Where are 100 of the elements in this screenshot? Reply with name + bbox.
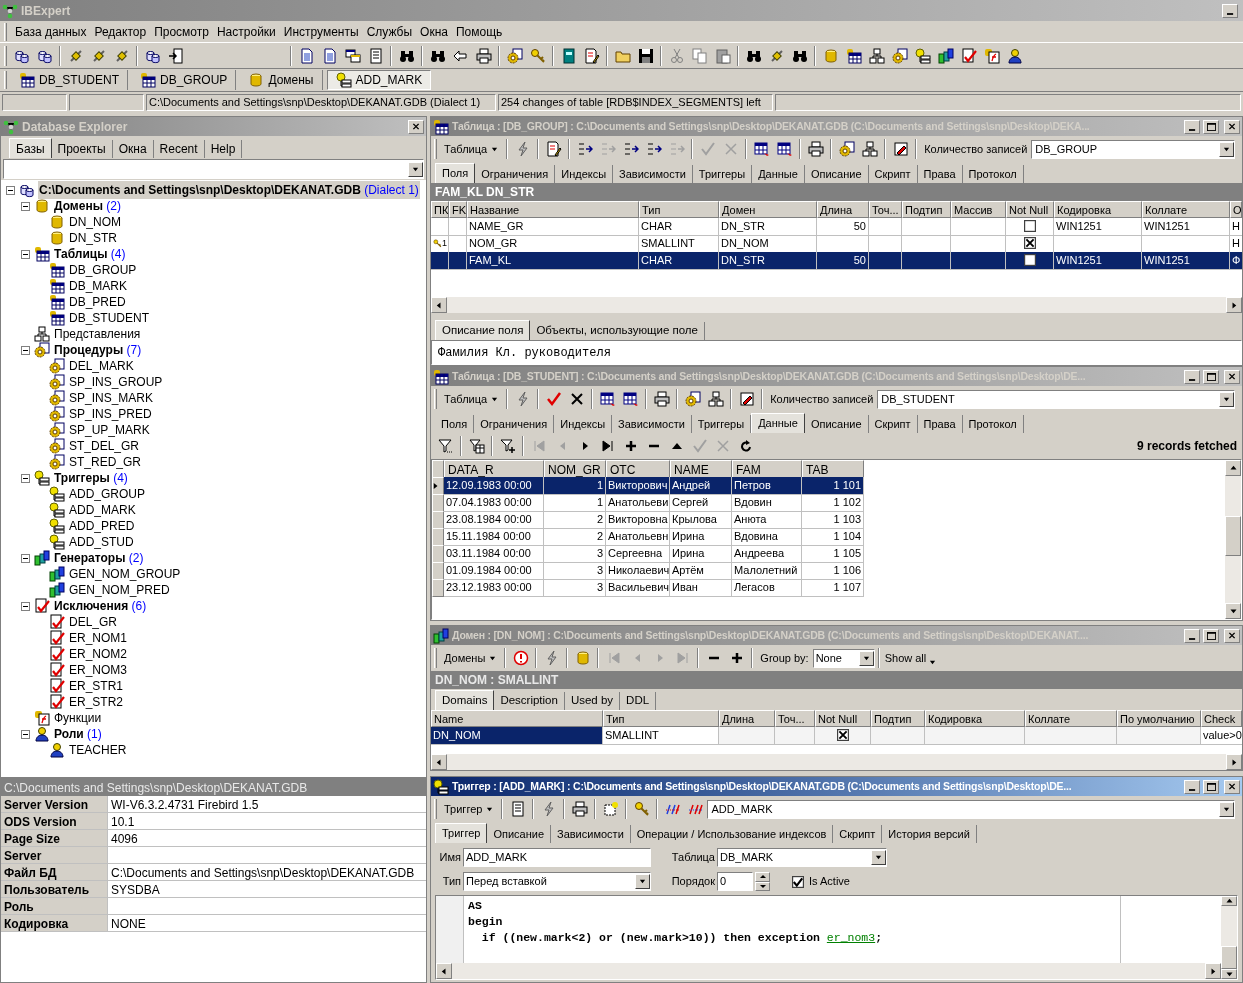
- database-dropdown[interactable]: [3, 159, 424, 179]
- minimize-button[interactable]: [1184, 628, 1200, 643]
- gear-icon[interactable]: [838, 141, 855, 157]
- color-blocks-icon[interactable]: [937, 47, 954, 64]
- menu-button[interactable]: Таблица: [439, 389, 504, 409]
- tab[interactable]: Help: [204, 140, 243, 158]
- tab[interactable]: Used by: [564, 692, 621, 710]
- tree-item[interactable]: DB_STUDENT: [68, 309, 150, 327]
- tree-item[interactable]: DB_PRED: [68, 293, 127, 311]
- object-field[interactable]: ADD_MARK: [707, 799, 1235, 819]
- tree-item[interactable]: Таблицы (4): [53, 245, 127, 263]
- minimize-button[interactable]: [1222, 3, 1238, 18]
- column-header[interactable]: Name: [431, 710, 603, 727]
- menu-item[interactable]: Службы: [362, 22, 417, 41]
- menu-button[interactable]: Триггер: [439, 799, 499, 819]
- tab[interactable]: Recent: [153, 140, 205, 158]
- tree-item[interactable]: ER_NOM3: [68, 661, 128, 679]
- tab[interactable]: Описание поля: [435, 320, 531, 340]
- tab[interactable]: Ограничения: [474, 415, 555, 433]
- input-field[interactable]: Перед вставкой: [463, 872, 651, 891]
- spin-down-icon[interactable]: [759, 884, 766, 888]
- column-header[interactable]: Тип: [603, 710, 719, 727]
- input-field[interactable]: 0: [717, 872, 753, 891]
- dropdown-arrow-icon[interactable]: [1223, 395, 1230, 403]
- dropdown-arrow-icon[interactable]: [1223, 805, 1230, 813]
- tree-item[interactable]: ADD_GROUP: [68, 485, 146, 503]
- key-icon[interactable]: [633, 801, 650, 817]
- window-tab[interactable]: DB_STUDENT: [11, 70, 128, 90]
- horizontal-scrollbar[interactable]: [431, 754, 1242, 770]
- page-pencil-icon[interactable]: [583, 47, 600, 64]
- gear-icon[interactable]: [684, 391, 701, 407]
- person-icon[interactable]: [1006, 47, 1023, 64]
- document-icon[interactable]: [298, 47, 315, 64]
- node-list-icon[interactable]: [914, 47, 931, 64]
- collapse-toggle[interactable]: [21, 473, 30, 483]
- diagram-icon[interactable]: [868, 47, 885, 64]
- tree-item[interactable]: ADD_MARK: [68, 501, 137, 519]
- column-header[interactable]: Массив: [951, 201, 1006, 218]
- menu-item[interactable]: Инструменты: [279, 22, 363, 41]
- close-button[interactable]: [1224, 779, 1240, 794]
- note-page-icon[interactable]: [367, 47, 384, 64]
- close-button[interactable]: [1224, 628, 1240, 643]
- gear-icon[interactable]: [891, 47, 908, 64]
- check-icon[interactable]: [691, 438, 708, 454]
- table-row[interactable]: 23.12.1983 00:00 3 Васильевич Иван Легасов 1 107: [432, 579, 864, 596]
- table-row[interactable]: DN_NOM SMALLINT value>0: [431, 727, 1242, 744]
- collapse-toggle[interactable]: [6, 185, 15, 195]
- tree-item[interactable]: ST_DEL_GR: [68, 437, 141, 455]
- note-page-icon[interactable]: [509, 801, 526, 817]
- dropdown-arrow-icon[interactable]: [862, 654, 870, 662]
- printer-icon[interactable]: [475, 47, 492, 64]
- tab[interactable]: Зависимости: [612, 415, 692, 433]
- tree-item[interactable]: Процедуры (7): [53, 341, 143, 359]
- tree-item[interactable]: GEN_NOM_GROUP: [68, 565, 182, 583]
- printer-icon[interactable]: [807, 141, 824, 157]
- tree-item[interactable]: ST_RED_GR: [68, 453, 143, 471]
- tree-item[interactable]: ADD_PRED: [68, 517, 136, 535]
- tree-item[interactable]: SP_INS_PRED: [68, 405, 153, 423]
- tab[interactable]: Проекты: [51, 140, 113, 158]
- tab[interactable]: Поля: [435, 163, 476, 183]
- tab[interactable]: Скрипт: [833, 825, 883, 843]
- tab[interactable]: Скрипт: [868, 415, 918, 433]
- collapse-toggle[interactable]: [21, 345, 30, 355]
- input-field[interactable]: DB_MARK: [717, 848, 887, 867]
- table-grid-icon[interactable]: [845, 47, 862, 64]
- column-header[interactable]: Коллате: [1142, 201, 1230, 218]
- tab[interactable]: История версий: [882, 825, 977, 843]
- tree-item[interactable]: SP_UP_MARK: [68, 421, 151, 439]
- checkbox[interactable]: [1023, 237, 1036, 250]
- column-header[interactable]: ПК: [431, 201, 449, 218]
- menu-button[interactable]: Таблица: [439, 139, 504, 159]
- tree-item[interactable]: Роли (1): [53, 725, 103, 743]
- tree-item[interactable]: DB_GROUP: [68, 261, 138, 279]
- object-field[interactable]: DB_STUDENT: [877, 389, 1235, 409]
- menu-button[interactable]: Домены: [439, 648, 502, 668]
- alert-icon[interactable]: [512, 650, 529, 666]
- tree-item[interactable]: Представления: [53, 325, 142, 343]
- close-button[interactable]: [1224, 369, 1240, 384]
- column-header[interactable]: Кодировка: [925, 710, 1025, 727]
- clipboard-icon[interactable]: [714, 47, 731, 64]
- maximize-button[interactable]: [1203, 369, 1219, 384]
- tab[interactable]: Domains: [435, 690, 495, 710]
- table-row[interactable]: 03.11.1984 00:00 3 Сергеевна Ирина Андреева 1 105: [432, 545, 864, 562]
- tree-item[interactable]: Генераторы (2): [53, 549, 145, 567]
- tab[interactable]: Протокол: [962, 415, 1024, 433]
- tree-item[interactable]: ER_STR2: [68, 693, 125, 711]
- tree-item[interactable]: Триггеры (4): [53, 469, 129, 487]
- column-header[interactable]: Длина: [719, 710, 775, 727]
- door-arrow-icon[interactable]: [167, 47, 184, 64]
- maximize-button[interactable]: [1203, 119, 1219, 134]
- vertical-scrollbar[interactable]: [1221, 896, 1237, 979]
- collapse-toggle[interactable]: [21, 249, 30, 259]
- column-header[interactable]: Точ...: [869, 201, 902, 218]
- tree-item[interactable]: GEN_NOM_PRED: [68, 581, 171, 599]
- diagram-icon[interactable]: [861, 141, 878, 157]
- input-field[interactable]: ADD_MARK: [463, 848, 651, 867]
- dropdown-arrow-icon[interactable]: [1223, 145, 1230, 153]
- arrow-lines-icon[interactable]: [622, 141, 639, 157]
- tree-item[interactable]: Домены (2): [53, 197, 122, 215]
- tab[interactable]: Права: [917, 415, 963, 433]
